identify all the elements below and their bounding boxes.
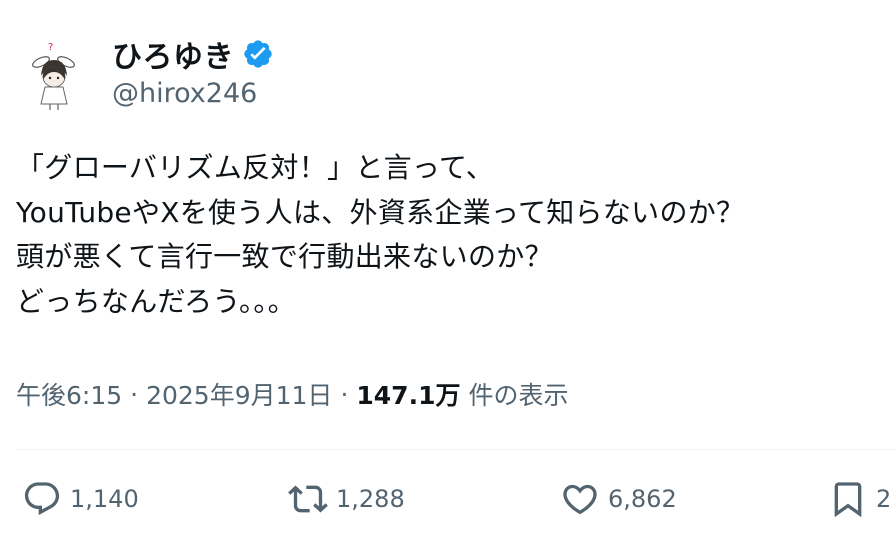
heart-icon — [560, 479, 600, 519]
bookmark-button[interactable]: 2 — [828, 478, 891, 520]
bookmark-icon — [828, 479, 868, 519]
retweet-button[interactable]: 1,288 — [288, 478, 405, 520]
reply-button[interactable]: 1,140 — [22, 478, 139, 520]
like-button[interactable]: 6,862 — [560, 478, 677, 520]
avatar[interactable]: ? — [14, 36, 94, 116]
tweet-text-line: YouTubeやXを使う人は、外資系企業って知らないのか？ — [16, 195, 745, 229]
divider — [16, 449, 896, 450]
verified-badge-icon[interactable] — [242, 38, 274, 70]
tweet-text-line: 「グローバリズム反対！」と言って、 — [16, 151, 495, 184]
tweet-card: ? ひろゆき @hirox246 「グローバリズム反対！」と言って、 YouTu… — [0, 0, 896, 544]
tweet-meta: 午後6:15 · 2025年9月11日 · 147.1万 件の表示 — [16, 376, 568, 412]
avatar-illustration: ? — [14, 36, 94, 116]
views-count[interactable]: 147.1万 — [356, 376, 460, 412]
tweet-text: 「グローバリズム反対！」と言って、 YouTubeやXを使う人は、外資系企業って… — [16, 146, 886, 324]
reply-count: 1,140 — [70, 485, 139, 513]
user-name-row: ひろゆき — [112, 32, 274, 76]
retweet-count: 1,288 — [336, 485, 405, 513]
retweet-icon — [288, 479, 328, 519]
views-label[interactable]: 件の表示 — [468, 376, 568, 412]
tweet-time[interactable]: 午後6:15 — [16, 376, 122, 412]
like-count: 6,862 — [608, 485, 677, 513]
meta-separator: · — [340, 379, 349, 409]
tweet-text-line: 頭が悪くて言行一致で行動出来ないのか？ — [16, 240, 553, 273]
svg-text:?: ? — [48, 42, 53, 53]
tweet-date[interactable]: 2025年9月11日 — [146, 376, 332, 412]
display-name[interactable]: ひろゆき — [112, 32, 234, 76]
user-handle[interactable]: @hirox246 — [112, 78, 257, 109]
meta-separator: · — [130, 379, 139, 409]
reply-icon — [22, 479, 62, 519]
tweet-text-line: どっちなんだろう。。。 — [16, 284, 296, 318]
bookmark-count: 2 — [876, 485, 892, 513]
